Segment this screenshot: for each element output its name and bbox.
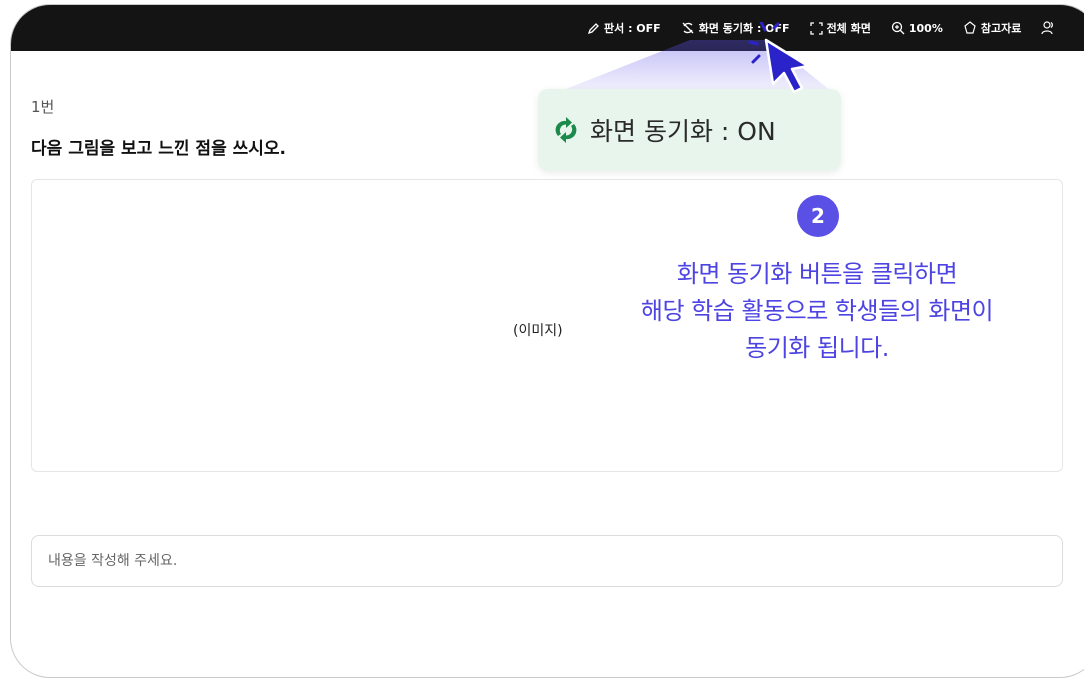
reference-label: 참고자료 xyxy=(980,22,1022,35)
step-number-badge: 2 xyxy=(797,195,839,237)
cursor-click-icon xyxy=(748,22,810,94)
image-placeholder-label: (이미지) xyxy=(513,323,563,339)
step-description: 화면 동기화 버튼을 클릭하면 해당 학습 활동으로 학생들의 화면이 동기화 … xyxy=(586,256,1048,367)
step-description-line: 동기화 됩니다. xyxy=(745,334,889,362)
reference-button[interactable]: 참고자료 xyxy=(963,20,1021,36)
user-group-icon xyxy=(1041,21,1054,35)
fullscreen-label: 전체 화면 xyxy=(826,22,871,35)
pen-toggle-label: 판서 : OFF xyxy=(604,22,661,35)
fullscreen-button[interactable]: 전체 화면 xyxy=(809,20,871,36)
pen-icon xyxy=(587,22,599,34)
sync-icon xyxy=(555,117,577,143)
zoom-button[interactable]: 100% xyxy=(891,21,943,35)
question-text: 다음 그림을 보고 느낀 점을 쓰시오. xyxy=(31,139,287,159)
zoom-in-icon xyxy=(891,21,905,35)
pen-toggle-button[interactable]: 판서 : OFF xyxy=(587,20,661,36)
answer-input[interactable] xyxy=(31,535,1063,587)
step-description-line: 해당 학습 활동으로 학생들의 화면이 xyxy=(640,297,994,325)
zoom-label: 100% xyxy=(908,21,943,35)
sync-off-icon xyxy=(682,22,694,34)
callout-text: 화면 동기화 : ON xyxy=(590,117,776,146)
user-button[interactable] xyxy=(1041,21,1061,35)
question-number: 1번 xyxy=(31,98,55,116)
top-toolbar: 판서 : OFF 화면 동기화 : OFF 전체 화면 100% 참고자료 xyxy=(11,5,1084,51)
reference-icon xyxy=(964,21,976,34)
step-description-line: 화면 동기화 버튼을 클릭하면 xyxy=(676,260,958,288)
